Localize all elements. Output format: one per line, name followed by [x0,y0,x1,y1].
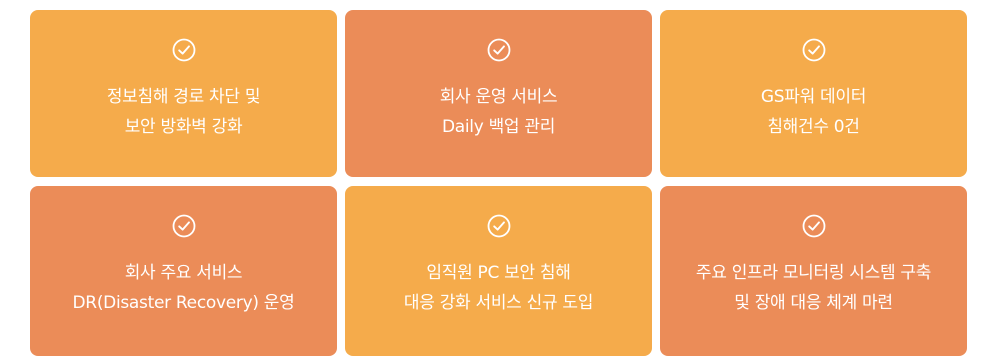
card-disaster-recovery: 회사 주요 서비스 DR(Disaster Recovery) 운영 [30,186,337,356]
card-text: 임직원 PC 보안 침해 대응 강화 서비스 신규 도입 [404,258,593,318]
card-line: 회사 주요 서비스 [124,263,243,283]
card-line: 정보침해 경로 차단 및 [106,87,261,107]
check-circle-icon [487,38,510,62]
card-text: 회사 운영 서비스 Daily 백업 관리 [440,82,558,142]
card-text: 정보침해 경로 차단 및 보안 방화벽 강화 [106,82,261,142]
check-circle-icon [802,38,825,62]
card-text: 주요 인프라 모니터링 시스템 구축 및 장애 대응 체계 마련 [696,258,931,318]
card-line: 임직원 PC 보안 침해 [426,263,571,283]
card-daily-backup: 회사 운영 서비스 Daily 백업 관리 [345,10,652,177]
card-pc-security: 임직원 PC 보안 침해 대응 강화 서비스 신규 도입 [345,186,652,356]
card-text: GS파워 데이터 침해건수 0건 [761,82,866,142]
card-line: 보안 방화벽 강화 [124,117,243,137]
check-circle-icon [172,38,195,62]
card-text: 회사 주요 서비스 DR(Disaster Recovery) 운영 [73,258,295,318]
check-circle-icon [487,214,510,238]
check-circle-icon [802,214,825,238]
card-infra-monitoring: 주요 인프라 모니터링 시스템 구축 및 장애 대응 체계 마련 [660,186,967,356]
card-line: 대응 강화 서비스 신규 도입 [403,293,594,313]
card-line: 및 장애 대응 체계 마련 [734,293,893,313]
achievement-grid: 정보침해 경로 차단 및 보안 방화벽 강화 회사 운영 서비스 Daily 백… [30,10,967,356]
card-line: GS파워 데이터 [760,87,867,107]
check-circle-icon [172,214,195,238]
card-line: 침해건수 0건 [767,117,860,137]
card-line: Daily 백업 관리 [441,117,556,137]
card-line: DR(Disaster Recovery) 운영 [72,293,295,313]
card-security-firewall: 정보침해 경로 차단 및 보안 방화벽 강화 [30,10,337,177]
card-breach-count: GS파워 데이터 침해건수 0건 [660,10,967,177]
card-line: 회사 운영 서비스 [439,87,558,107]
card-line: 주요 인프라 모니터링 시스템 구축 [695,263,932,283]
